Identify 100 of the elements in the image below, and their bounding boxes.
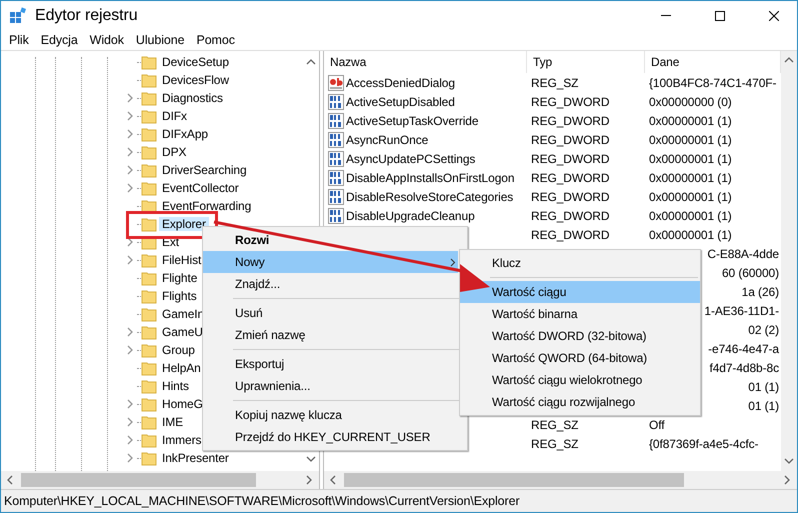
tree-item[interactable]: IME (159, 415, 186, 429)
value-data: 1-AE36-11D1- (704, 304, 779, 318)
value-data: 0x00000001 (1) (649, 152, 732, 166)
value-type: REG_DWORD (531, 208, 610, 222)
menu-item[interactable]: Eksportuj (203, 353, 458, 375)
minimize-icon (661, 14, 671, 16)
tree-item[interactable]: HelpAn (159, 361, 204, 375)
scrollbar-thumb[interactable] (344, 473, 684, 487)
tree-item[interactable]: DPX (159, 145, 190, 159)
folder-icon (141, 108, 157, 124)
tree-item[interactable]: InkPresenter (159, 451, 232, 465)
value-data: 01 (1) (748, 398, 779, 412)
menu-item[interactable]: Wartość ciągu (460, 281, 700, 303)
column-header[interactable]: Nazwa (324, 51, 527, 73)
value-data: 60 (60000) (722, 266, 779, 280)
folder-icon (141, 270, 157, 286)
tree-item[interactable]: DeviceSetup (159, 55, 232, 69)
value-data: C-E88A-4dde (707, 246, 779, 260)
expand-chevron-icon[interactable] (126, 165, 134, 175)
menu-item[interactable]: Klucz (460, 252, 700, 274)
tree-item[interactable]: GameU (159, 325, 206, 339)
menu-item[interactable]: Wartość ciągu rozwijalnego (460, 391, 700, 413)
folder-icon (141, 252, 157, 268)
tree-item[interactable]: HomeG (159, 397, 206, 411)
tree-item[interactable]: FileHist (159, 253, 204, 267)
tree-item[interactable]: Flights (159, 289, 200, 303)
column-header[interactable]: Typ (527, 51, 645, 73)
binary-value-icon (328, 112, 344, 128)
folder-icon (141, 414, 157, 430)
tree-item[interactable]: Flighte (159, 271, 200, 285)
folder-icon (141, 288, 157, 304)
menu-item[interactable]: Wartość DWORD (32-bitowa) (460, 325, 700, 347)
expand-chevron-icon[interactable] (126, 435, 134, 445)
binary-value-icon (328, 170, 344, 186)
close-icon (769, 10, 779, 20)
menu-item[interactable]: Usuń (203, 302, 458, 324)
value-name: DisableUpgradeCleanup (346, 208, 475, 222)
value-type: REG_SZ (531, 76, 578, 90)
expand-chevron-icon[interactable] (126, 255, 134, 265)
menu-item[interactable]: Wartość binarna (460, 303, 700, 325)
menu-item[interactable]: Pomoc (190, 33, 241, 47)
folder-icon (141, 126, 157, 142)
value-type: REG_DWORD (531, 228, 610, 242)
menu-item[interactable]: Wartość QWORD (64-bitowa) (460, 347, 700, 369)
expand-chevron-icon[interactable] (126, 417, 134, 427)
tree-item[interactable]: DIFx (159, 109, 190, 123)
menu-item[interactable]: Ulubione (130, 33, 190, 47)
menu-item[interactable]: Rozwi (203, 229, 458, 251)
folder-icon (141, 432, 157, 448)
menu-item[interactable]: Uprawnienia... (203, 375, 458, 397)
tree-item[interactable]: Diagnostics (159, 91, 226, 105)
menu-item[interactable]: Edycja (34, 33, 84, 47)
expand-chevron-icon[interactable] (126, 345, 134, 355)
expand-chevron-icon[interactable] (126, 129, 134, 139)
binary-value-icon (328, 150, 344, 166)
tree-item[interactable]: DriverSearching (159, 163, 250, 177)
tree-item[interactable]: Immers (159, 433, 204, 447)
tree-item[interactable]: DIFxApp (159, 127, 211, 141)
value-name: AsyncUpdatePCSettings (346, 152, 476, 166)
expand-chevron-icon[interactable] (126, 237, 134, 247)
binary-value-icon (328, 188, 344, 204)
expand-chevron-icon[interactable] (126, 93, 134, 103)
expand-chevron-icon[interactable] (126, 183, 134, 193)
menu-item[interactable]: Nowy (203, 251, 458, 273)
expand-chevron-icon[interactable] (126, 111, 134, 121)
folder-icon (141, 90, 157, 106)
value-type: REG_SZ (531, 418, 578, 432)
value-data: 0x00000001 (1) (649, 208, 732, 222)
folder-icon (141, 306, 157, 322)
tree-item[interactable]: Hints (159, 379, 192, 393)
value-type: REG_DWORD (531, 94, 610, 108)
value-name: DisableResolveStoreCategories (346, 190, 514, 204)
menu-item[interactable]: Plik (3, 33, 35, 47)
tree-item[interactable]: Explorer (159, 217, 209, 231)
menu-item[interactable]: Zmień nazwę (203, 324, 458, 346)
value-type: REG_SZ (531, 436, 578, 450)
expand-chevron-icon[interactable] (126, 399, 134, 409)
value-type: REG_DWORD (531, 152, 610, 166)
expand-chevron-icon[interactable] (126, 147, 134, 157)
tree-item[interactable]: DevicesFlow (159, 73, 232, 87)
status-bar: Komputer\HKEY_LOCAL_MACHINE\SOFTWARE\Microsoft\Windows\CurrentVersion\Explorer (1, 489, 797, 512)
folder-icon (141, 324, 157, 340)
menu-item[interactable]: Widok (84, 33, 130, 47)
menu-item[interactable]: Znajdź... (203, 273, 458, 295)
value-name: AccessDeniedDialog (346, 76, 455, 90)
folder-icon (141, 342, 157, 358)
value-data: 0x00000001 (1) (649, 132, 732, 146)
value-name: AsyncRunOnce (346, 132, 428, 146)
folder-icon (141, 360, 157, 376)
scrollbar-thumb[interactable] (21, 473, 256, 487)
menu-item[interactable]: Przejdź do HKEY_CURRENT_USER (203, 426, 458, 448)
tree-item[interactable]: EventCollector (159, 181, 242, 195)
binary-value-icon (328, 132, 344, 148)
tree-item[interactable]: Group (159, 343, 198, 357)
expand-chevron-icon[interactable] (126, 327, 134, 337)
folder-icon (141, 180, 157, 196)
expand-chevron-icon[interactable] (126, 453, 134, 463)
tree-item[interactable]: EventForwarding (159, 199, 254, 213)
menu-item[interactable]: Wartość ciągu wielokrotnego (460, 369, 700, 391)
menu-item[interactable]: Kopiuj nazwę klucza (203, 404, 458, 426)
